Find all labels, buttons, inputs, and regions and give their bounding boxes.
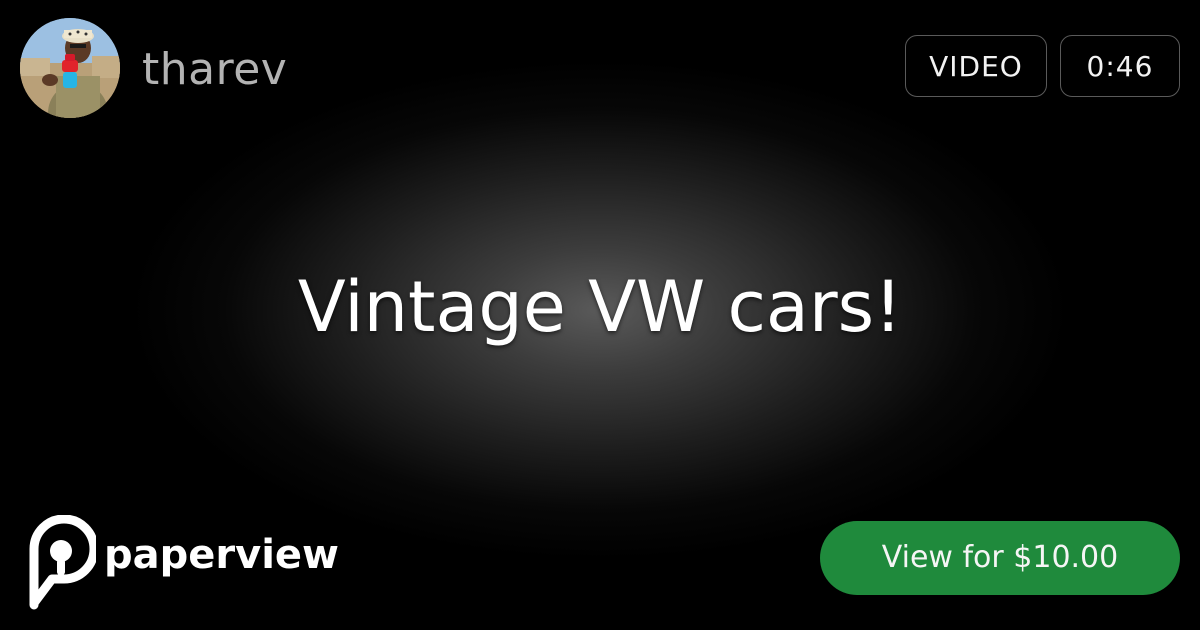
creator-username[interactable]: tharev (142, 44, 287, 96)
view-purchase-button[interactable]: View for $10.00 (820, 521, 1180, 595)
creator-avatar-photo (20, 18, 120, 118)
duration-badge: 0:46 (1060, 35, 1180, 97)
content-title: Vintage VW cars! (297, 266, 903, 348)
paperview-logo-icon (18, 514, 99, 611)
paperview-share-card: tharev VIDEO 0:46 Vintage VW cars! paper… (0, 0, 1200, 630)
brand-name: paperview (104, 532, 339, 578)
avatar[interactable] (20, 18, 120, 118)
media-type-badge: VIDEO (905, 35, 1047, 97)
